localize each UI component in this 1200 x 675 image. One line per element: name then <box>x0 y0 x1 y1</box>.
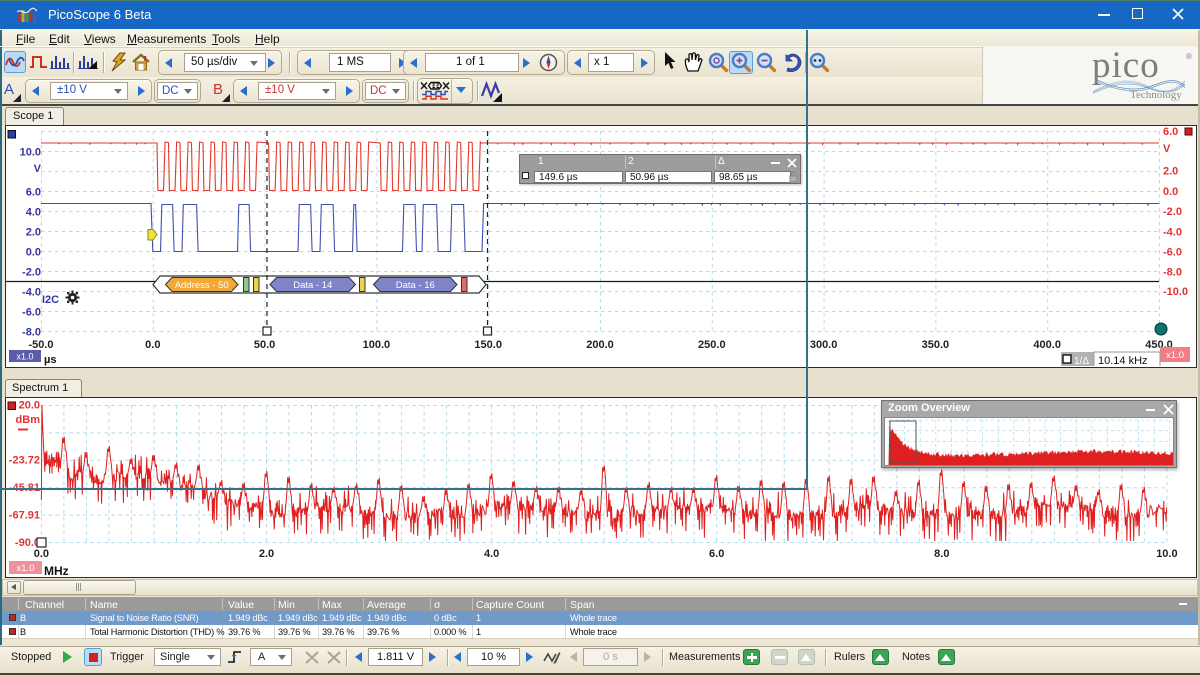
svg-text:-67.91: -67.91 <box>9 510 40 522</box>
svg-text:-2.0: -2.0 <box>22 267 41 279</box>
svg-text:6.0: 6.0 <box>1163 126 1178 138</box>
svg-text:150.0: 150.0 <box>474 339 502 351</box>
svg-text:400.0: 400.0 <box>1033 339 1061 351</box>
svg-text:-2.0: -2.0 <box>1163 206 1182 218</box>
svg-text:6.0: 6.0 <box>709 548 724 560</box>
svg-text:µs: µs <box>44 354 56 366</box>
svg-text:10.0: 10.0 <box>1156 548 1177 560</box>
svg-text:2.0: 2.0 <box>26 227 41 239</box>
svg-text:100.0: 100.0 <box>363 339 391 351</box>
svg-text:-4.0: -4.0 <box>1163 227 1182 239</box>
svg-text:-4.0: -4.0 <box>22 287 41 299</box>
svg-text:2.0: 2.0 <box>259 548 274 560</box>
svg-text:x1.0: x1.0 <box>1166 350 1184 361</box>
svg-text:Data - 16: Data - 16 <box>396 280 435 291</box>
svg-text:V: V <box>1163 143 1171 155</box>
svg-text:-6.0: -6.0 <box>1163 247 1182 259</box>
svg-text:20.0: 20.0 <box>19 400 40 412</box>
svg-text:-8.0: -8.0 <box>1163 267 1182 279</box>
svg-text:dBm: dBm <box>16 414 41 426</box>
svg-text:Data - 14: Data - 14 <box>293 280 332 291</box>
svg-text:I2C: I2C <box>42 294 59 306</box>
svg-text:x1.0: x1.0 <box>17 563 35 574</box>
svg-text:200.0: 200.0 <box>586 339 614 351</box>
svg-text:10.0: 10.0 <box>20 147 41 159</box>
svg-text:6.0: 6.0 <box>26 187 41 199</box>
svg-text:-8.0: -8.0 <box>22 327 41 339</box>
svg-text:8.0: 8.0 <box>934 548 949 560</box>
svg-text:350.0: 350.0 <box>922 339 950 351</box>
svg-text:0.0: 0.0 <box>34 548 49 560</box>
svg-text:0.0: 0.0 <box>145 339 160 351</box>
svg-text:250.0: 250.0 <box>698 339 726 351</box>
svg-text:300.0: 300.0 <box>810 339 838 351</box>
svg-text:V: V <box>34 163 42 175</box>
svg-text:4.0: 4.0 <box>484 548 499 560</box>
svg-text:Address - 50: Address - 50 <box>175 280 229 291</box>
svg-text:0.0: 0.0 <box>1163 186 1178 198</box>
svg-text:1/Δ: 1/Δ <box>1074 356 1089 366</box>
svg-text:-10.0: -10.0 <box>1163 286 1188 298</box>
svg-text:-50.0: -50.0 <box>28 339 53 351</box>
svg-text:0.0: 0.0 <box>26 247 41 259</box>
svg-text:-23.72: -23.72 <box>9 455 40 467</box>
svg-text:10.14 kHz: 10.14 kHz <box>1098 355 1148 366</box>
svg-text:x1.0: x1.0 <box>16 352 33 362</box>
svg-text:2.0: 2.0 <box>1163 166 1178 178</box>
svg-text:50.0: 50.0 <box>254 339 275 351</box>
svg-text:-6.0: -6.0 <box>22 307 41 319</box>
svg-text:4.0: 4.0 <box>26 207 41 219</box>
svg-text:MHz: MHz <box>44 564 69 577</box>
